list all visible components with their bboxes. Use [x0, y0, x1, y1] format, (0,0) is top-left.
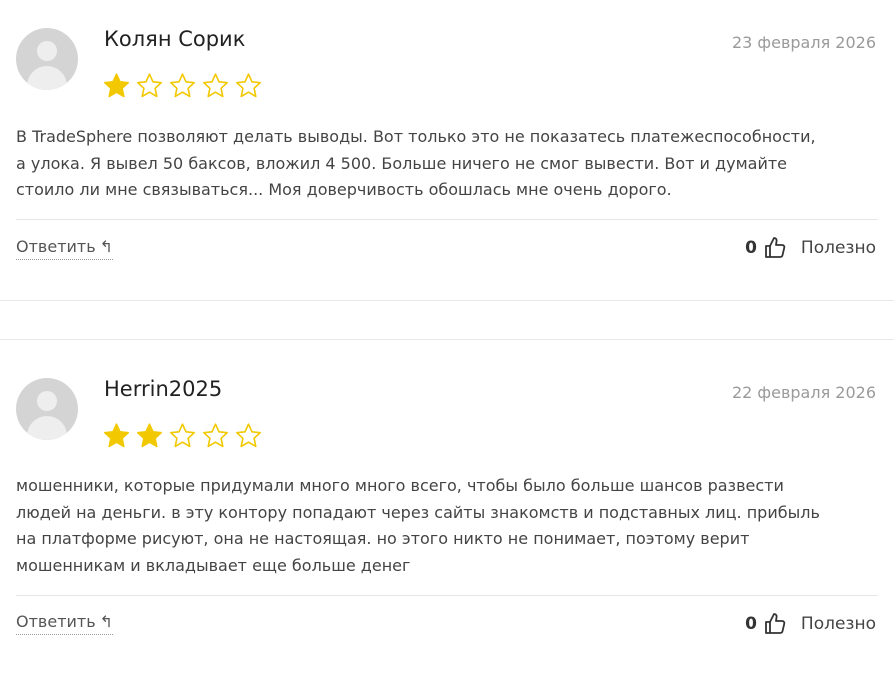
helpful-control: 0 Полезно — [745, 235, 876, 261]
review-text-line: В TradeSphere позволяют делать выводы. В… — [16, 127, 816, 146]
star-filled-icon — [102, 422, 131, 450]
star-empty-icon — [234, 72, 263, 100]
star-filled-icon — [102, 72, 131, 100]
review-divider — [0, 339, 894, 340]
reply-button[interactable]: Ответить ↰ — [16, 237, 114, 260]
star-empty-icon — [201, 422, 230, 450]
reply-label: Ответить — [16, 612, 96, 631]
review-text-line: а улока. Я вывел 50 баксов, вложил 4 500… — [16, 153, 787, 173]
review-date: 23 февраля 2026 — [731, 33, 876, 52]
star-empty-icon — [201, 72, 230, 100]
review-date: 22 февраля 2026 — [731, 383, 876, 402]
star-rating — [102, 72, 267, 100]
star-empty-icon — [135, 72, 164, 100]
review-text-line: стоило ли мне связываться... Моя доверчи… — [16, 180, 672, 199]
avatar — [16, 378, 78, 440]
review-text-line: мошенники, которые придумали много много… — [16, 476, 784, 495]
thumbs-up-icon[interactable] — [763, 612, 787, 636]
reply-label: Ответить — [16, 237, 96, 256]
review-text-line: людей на деньги. в эту контору попадают … — [16, 502, 820, 522]
reply-arrow-icon: ↰ — [99, 612, 114, 631]
star-empty-icon — [234, 422, 263, 450]
review-text: В TradeSphere позволяют делать выводы. В… — [16, 124, 878, 204]
review-text: мошенники, которые придумали много много… — [16, 473, 878, 579]
helpful-button[interactable]: Полезно — [801, 238, 876, 258]
avatar — [16, 28, 78, 90]
review-text-line: на платформе рисуют, она не настоящая. н… — [16, 529, 750, 548]
star-empty-icon — [168, 422, 197, 450]
review-separator — [16, 595, 878, 596]
helpful-count: 0 — [745, 614, 757, 634]
helpful-button[interactable]: Полезно — [801, 614, 876, 634]
review-author: Herrin2025 — [104, 377, 223, 401]
star-rating — [102, 422, 267, 450]
star-filled-icon — [135, 422, 164, 450]
review-separator — [16, 219, 878, 220]
reply-arrow-icon: ↰ — [99, 237, 114, 256]
helpful-control: 0 Полезно — [745, 611, 876, 637]
review-text-line: мошенникам и вкладывает еще больше денег — [16, 555, 411, 575]
review-author: Колян Сорик — [104, 27, 246, 51]
review-divider — [0, 300, 894, 301]
reply-button[interactable]: Ответить ↰ — [16, 612, 114, 635]
thumbs-up-icon[interactable] — [763, 236, 787, 260]
helpful-count: 0 — [745, 238, 757, 258]
star-empty-icon — [168, 72, 197, 100]
